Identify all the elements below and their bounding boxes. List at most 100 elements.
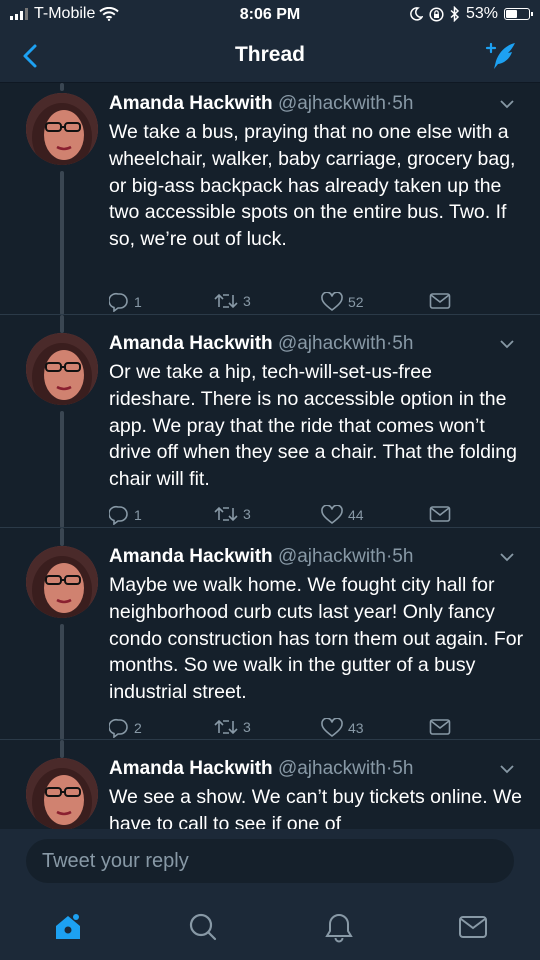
thread-connector xyxy=(60,528,64,546)
page-title: Thread xyxy=(234,43,305,66)
reply-input[interactable] xyxy=(26,839,514,883)
thread-connector xyxy=(60,740,64,758)
reply-count: 1 xyxy=(134,294,142,310)
chevron-down-icon[interactable] xyxy=(499,339,515,349)
reply-icon xyxy=(109,292,128,312)
retweet-icon xyxy=(214,293,238,309)
avatar[interactable] xyxy=(26,758,98,829)
thread-feed[interactable]: Amanda Hackwith @ajhackwith·5h We take a… xyxy=(0,83,540,829)
user-handle[interactable]: @ajhackwith xyxy=(278,333,386,354)
reply-button[interactable]: 1 xyxy=(109,292,142,312)
search-icon[interactable] xyxy=(187,911,219,943)
avatar-portrait xyxy=(26,546,98,618)
tweet-header: Amanda Hackwith @ajhackwith·5h xyxy=(109,333,413,355)
compose-tweet-icon[interactable] xyxy=(484,40,518,72)
notifications-bell-icon[interactable] xyxy=(323,911,355,943)
share-button[interactable] xyxy=(429,292,451,310)
battery-nub xyxy=(531,12,533,16)
tweet-2[interactable]: Amanda Hackwith @ajhackwith·5h Or we tak… xyxy=(0,315,540,528)
like-count: 43 xyxy=(348,720,364,736)
tweet-text: Or we take a hip, tech-will-set-us-free … xyxy=(109,361,517,491)
tweet-time: 5h xyxy=(392,546,414,567)
display-name[interactable]: Amanda Hackwith xyxy=(109,93,273,114)
share-button[interactable] xyxy=(429,718,451,736)
avatar[interactable] xyxy=(26,333,98,405)
tweet-header: Amanda Hackwith @ajhackwith·5h xyxy=(109,546,413,568)
heart-icon xyxy=(321,292,343,312)
share-button[interactable] xyxy=(429,505,451,523)
tweet-4[interactable]: Amanda Hackwith @ajhackwith·5h We see a … xyxy=(0,740,540,829)
reply-button[interactable]: 1 xyxy=(109,505,142,525)
display-name[interactable]: Amanda Hackwith xyxy=(109,758,273,779)
tweet-time: 5h xyxy=(392,758,414,779)
retweet-button[interactable]: 3 xyxy=(214,505,251,523)
avatar-portrait xyxy=(26,93,98,165)
retweet-count: 3 xyxy=(243,719,251,735)
retweet-icon xyxy=(214,719,238,735)
thread-connector xyxy=(60,315,64,333)
thread-connector xyxy=(60,83,64,91)
retweet-button[interactable]: 3 xyxy=(214,292,251,310)
carrier-name: T-Mobile xyxy=(34,5,96,22)
battery-icon xyxy=(504,8,533,20)
avatar-portrait xyxy=(26,758,98,829)
user-handle[interactable]: @ajhackwith xyxy=(278,546,386,567)
tweet-actions: 2 3 43 xyxy=(109,718,529,740)
moon-icon xyxy=(410,7,423,21)
tweet-time: 5h xyxy=(392,333,414,354)
chevron-down-icon[interactable] xyxy=(499,99,515,109)
tweet-time: 5h xyxy=(392,93,414,114)
battery-percent: 53% xyxy=(465,5,498,22)
tweet-1[interactable]: Amanda Hackwith @ajhackwith·5h We take a… xyxy=(0,83,540,315)
tweet-actions: 1 3 44 xyxy=(109,505,529,527)
tweet-text: Maybe we walk home. We fought city hall … xyxy=(109,574,524,704)
tweet-header: Amanda Hackwith @ajhackwith·5h xyxy=(109,758,413,780)
reply-button[interactable]: 2 xyxy=(109,718,142,738)
thread-connector xyxy=(60,411,64,528)
retweet-button[interactable]: 3 xyxy=(214,718,251,736)
tweet-text: We take a bus, praying that no one else … xyxy=(109,121,516,251)
like-count: 44 xyxy=(348,507,364,523)
retweet-count: 3 xyxy=(243,506,251,522)
home-icon[interactable] xyxy=(52,911,84,943)
heart-icon xyxy=(321,505,343,525)
status-bar: T-Mobile 8:06 PM 53% xyxy=(0,0,540,30)
chevron-down-icon[interactable] xyxy=(499,764,515,774)
tweet-3[interactable]: Amanda Hackwith @ajhackwith·5h Maybe we … xyxy=(0,528,540,740)
heart-icon xyxy=(321,718,343,738)
reply-icon xyxy=(109,718,128,738)
like-count: 52 xyxy=(348,294,364,310)
like-button[interactable]: 44 xyxy=(321,505,364,525)
reply-icon xyxy=(109,505,128,525)
battery-level xyxy=(506,10,517,18)
status-left: T-Mobile xyxy=(10,5,120,23)
user-handle[interactable]: @ajhackwith xyxy=(278,93,386,114)
envelope-icon xyxy=(429,293,451,309)
like-button[interactable]: 43 xyxy=(321,718,364,738)
signal-icon xyxy=(10,8,28,20)
orientation-lock-icon xyxy=(429,6,444,22)
avatar[interactable] xyxy=(26,93,98,165)
envelope-icon xyxy=(429,506,451,522)
thread-connector xyxy=(60,171,64,315)
retweet-count: 3 xyxy=(243,293,251,309)
display-name[interactable]: Amanda Hackwith xyxy=(109,333,273,354)
reply-count: 2 xyxy=(134,720,142,736)
like-button[interactable]: 52 xyxy=(321,292,364,312)
user-handle[interactable]: @ajhackwith xyxy=(278,758,386,779)
messages-envelope-icon[interactable] xyxy=(457,911,489,943)
reply-bar xyxy=(0,829,540,895)
tweet-header: Amanda Hackwith @ajhackwith·5h xyxy=(109,93,413,115)
reply-count: 1 xyxy=(134,507,142,523)
display-name[interactable]: Amanda Hackwith xyxy=(109,546,273,567)
chevron-down-icon[interactable] xyxy=(499,552,515,562)
bluetooth-icon xyxy=(450,6,460,22)
thread-connector xyxy=(60,624,64,740)
tweet-text: We see a show. We can’t buy tickets onli… xyxy=(109,786,522,829)
avatar[interactable] xyxy=(26,546,98,618)
nav-bar: Thread xyxy=(0,30,540,83)
envelope-icon xyxy=(429,719,451,735)
avatar-portrait xyxy=(26,333,98,405)
status-right: 53% xyxy=(409,5,533,23)
tab-bar xyxy=(0,895,540,960)
